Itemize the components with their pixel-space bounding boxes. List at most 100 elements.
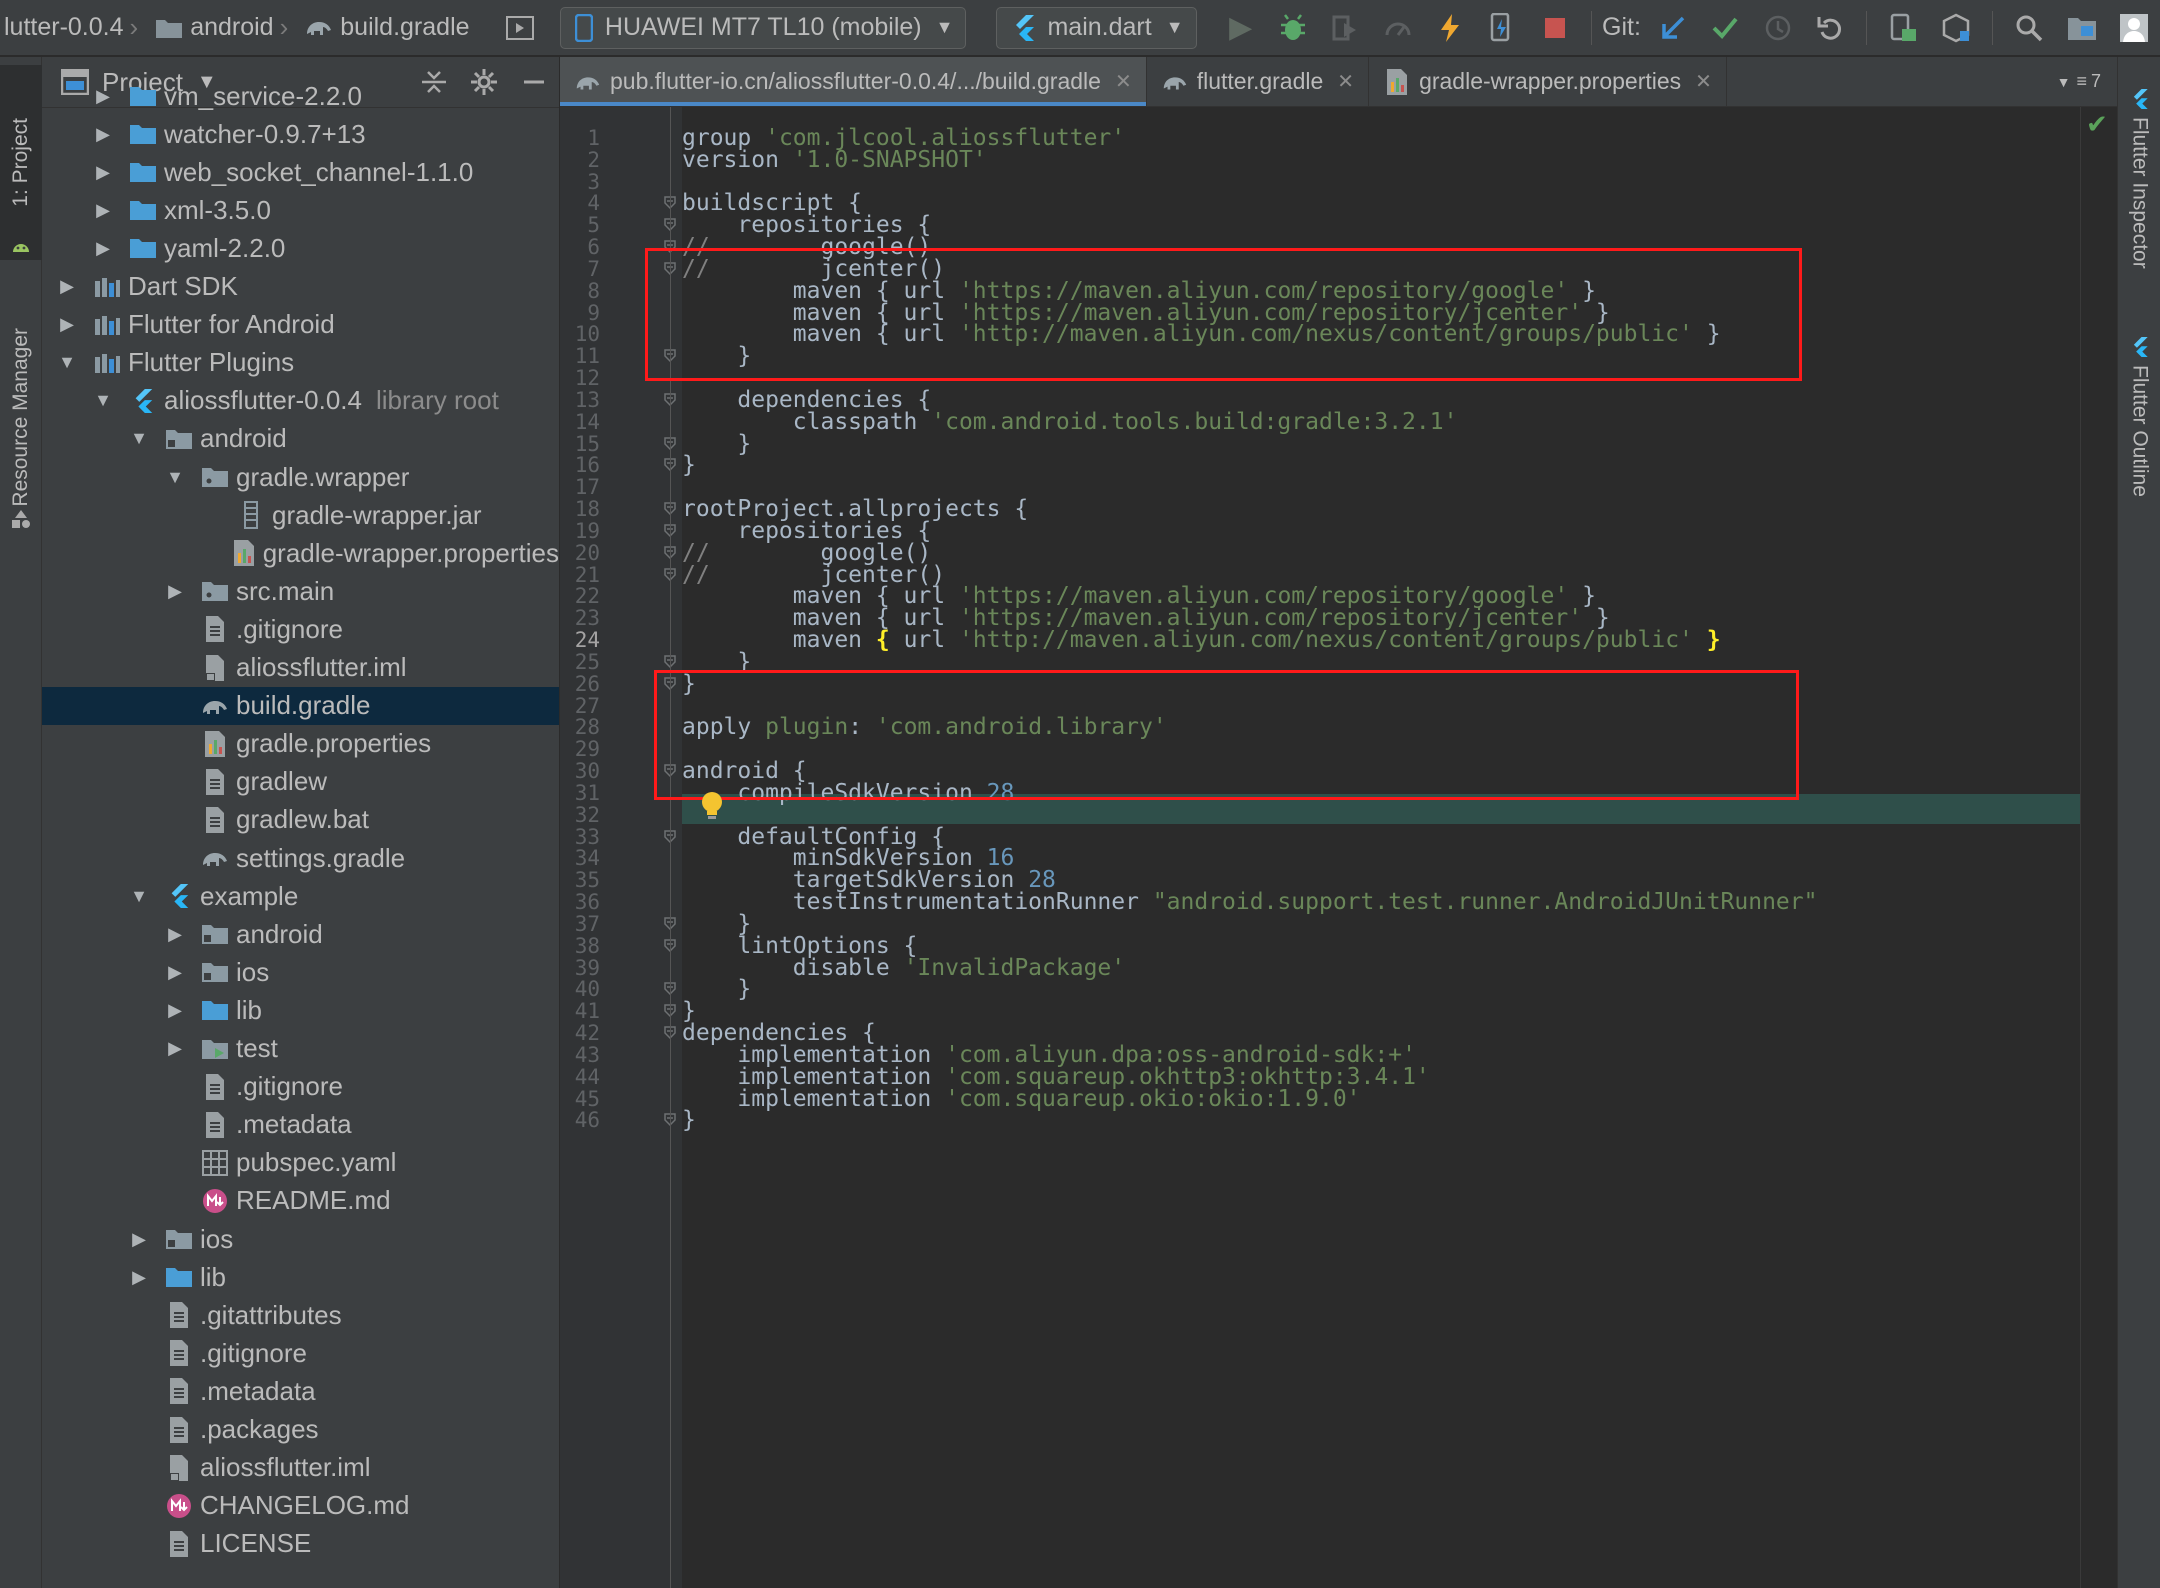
sdk-manager-icon[interactable]	[1934, 5, 1978, 51]
lightbulb-icon[interactable]	[700, 791, 724, 823]
expand-arrow-icon[interactable]: ▶	[92, 162, 114, 183]
tree-item[interactable]: ▼ android	[42, 420, 559, 458]
tree-item[interactable]: .packages	[42, 1411, 559, 1449]
editor-tab[interactable]: flutter.gradle ✕	[1147, 57, 1370, 106]
expand-arrow-icon[interactable]: ▶	[164, 581, 186, 602]
tree-item[interactable]: ▶ watcher-0.9.7+13	[42, 115, 559, 153]
tree-item[interactable]: gradle-wrapper.jar	[42, 496, 559, 534]
collapse-arrow-icon[interactable]: ▼	[56, 352, 78, 373]
git-update-icon[interactable]	[1651, 5, 1695, 51]
tree-item[interactable]: README.md	[42, 1182, 559, 1220]
apply-changes-icon[interactable]	[1480, 5, 1524, 51]
breadcrumb-project[interactable]: lutter-0.0.4 ›	[0, 0, 150, 55]
debug-icon[interactable]	[1271, 5, 1315, 51]
git-history-icon[interactable]	[1756, 5, 1800, 51]
collapse-arrow-icon[interactable]: ▼	[128, 428, 150, 449]
breadcrumb-android[interactable]: android ›	[150, 0, 300, 55]
expand-arrow-icon[interactable]: ▶	[92, 238, 114, 259]
tree-item[interactable]: ▼ example	[42, 877, 559, 915]
tree-item[interactable]: ▶ lib	[42, 1258, 559, 1296]
tree-item[interactable]: pubspec.yaml	[42, 1144, 559, 1182]
expand-arrow-icon[interactable]: ▶	[164, 924, 186, 945]
error-stripe[interactable]	[2080, 107, 2117, 1588]
tree-item[interactable]: ▶ lib	[42, 991, 559, 1029]
tool-tab-resource-manager[interactable]: Resource Manager	[0, 297, 42, 537]
git-rollback-icon[interactable]	[1808, 5, 1852, 51]
tree-item[interactable]: .metadata	[42, 1106, 559, 1144]
text-file-icon	[200, 805, 230, 835]
tree-item[interactable]: ▶ ios	[42, 953, 559, 991]
run-anything-icon[interactable]	[498, 5, 542, 51]
tree-item[interactable]: gradlew.bat	[42, 801, 559, 839]
tree-item-label: gradle-wrapper.jar	[272, 499, 482, 530]
tree-item[interactable]: gradle.properties	[42, 725, 559, 763]
tree-item[interactable]: ▶ ios	[42, 1220, 559, 1258]
stop-icon[interactable]	[1533, 5, 1577, 51]
tree-item[interactable]: aliossflutter.iml	[42, 649, 559, 687]
editor-tab[interactable]: pub.flutter-io.cn/aliossflutter-0.0.4/..…	[560, 57, 1147, 106]
tree-item[interactable]: ▼ aliossflutter-0.0.4 library root	[42, 382, 559, 420]
close-icon[interactable]: ✕	[1115, 69, 1132, 94]
expand-arrow-icon[interactable]: ▶	[92, 124, 114, 145]
expand-arrow-icon[interactable]: ▶	[128, 1229, 150, 1250]
tree-item[interactable]: LICENSE	[42, 1525, 559, 1563]
expand-arrow-icon[interactable]: ▶	[56, 276, 78, 297]
tree-item[interactable]: settings.gradle	[42, 839, 559, 877]
tool-tab-flutter-outline[interactable]: Flutter Outline	[2118, 329, 2160, 497]
tree-item[interactable]: ▶ android	[42, 915, 559, 953]
device-selector[interactable]: HUAWEI MT7 TL10 (mobile) ▼	[559, 6, 967, 49]
tree-item[interactable]: gradle-wrapper.properties	[42, 534, 559, 572]
user-account-icon[interactable]	[2112, 5, 2156, 51]
expand-arrow-icon[interactable]: ▶	[164, 962, 186, 983]
expand-arrow-icon[interactable]: ▶	[92, 200, 114, 221]
tree-item-label: test	[236, 1033, 278, 1063]
project-structure-icon[interactable]	[2059, 5, 2103, 51]
tree-item[interactable]: ▶ yaml-2.2.0	[42, 229, 559, 267]
git-commit-icon[interactable]	[1703, 5, 1747, 51]
tool-tab-flutter-inspector[interactable]: Flutter Inspector	[2118, 81, 2160, 269]
expand-arrow-icon[interactable]: ▶	[56, 314, 78, 335]
collapse-arrow-icon[interactable]: ▼	[164, 467, 186, 488]
expand-arrow-icon[interactable]: ▶	[164, 1038, 186, 1059]
tree-item[interactable]: ▶ xml-3.5.0	[42, 191, 559, 229]
run-with-coverage-icon[interactable]	[1323, 5, 1367, 51]
tree-item[interactable]: ▼ Flutter Plugins	[42, 344, 559, 382]
collapse-arrow-icon[interactable]: ▼	[128, 886, 150, 907]
editor-tab[interactable]: gradle-wrapper.properties ✕	[1369, 57, 1727, 106]
tool-tab-project[interactable]: 1: Project	[0, 65, 42, 260]
run-icon[interactable]: ▶	[1219, 5, 1263, 51]
inspection-ok-icon[interactable]: ✔	[2086, 109, 2108, 140]
hot-reload-icon[interactable]	[1428, 5, 1472, 51]
expand-arrow-icon[interactable]: ▶	[92, 86, 114, 107]
tree-item[interactable]: .gitignore	[42, 610, 559, 648]
tree-item[interactable]: ▶ src.main	[42, 572, 559, 610]
run-config-label: main.dart	[1047, 13, 1152, 41]
close-icon[interactable]: ✕	[1337, 69, 1354, 94]
tree-item[interactable]: .metadata	[42, 1372, 559, 1410]
tree-item[interactable]: build.gradle	[42, 686, 559, 725]
tree-item[interactable]: ▼ gradle.wrapper	[42, 458, 559, 496]
tree-item[interactable]: ▶ web_socket_channel-1.1.0	[42, 153, 559, 191]
tree-item[interactable]: gradlew	[42, 763, 559, 801]
tree-item[interactable]: ▶ Flutter for Android	[42, 306, 559, 344]
expand-arrow-icon[interactable]: ▶	[128, 1267, 150, 1288]
run-config-selector[interactable]: main.dart ▼	[996, 6, 1197, 49]
close-icon[interactable]: ✕	[1695, 69, 1712, 94]
tree-item[interactable]: .gitattributes	[42, 1296, 559, 1334]
tree-item[interactable]: .gitignore	[42, 1334, 559, 1372]
breadcrumb-file[interactable]: build.gradle	[300, 0, 473, 55]
folder-icon	[128, 195, 158, 225]
collapse-arrow-icon[interactable]: ▼	[92, 390, 114, 411]
tree-item[interactable]: aliossflutter.iml	[42, 1449, 559, 1487]
tree-item[interactable]: ▶ vm_service-2.2.0	[42, 77, 559, 115]
tree-item[interactable]: .gitignore	[42, 1068, 559, 1106]
yaml-file-icon	[200, 1148, 230, 1178]
search-icon[interactable]	[2007, 5, 2051, 51]
avd-manager-icon[interactable]	[1881, 5, 1925, 51]
tree-item[interactable]: ▶ test	[42, 1030, 559, 1068]
tree-item[interactable]: CHANGELOG.md	[42, 1487, 559, 1525]
expand-arrow-icon[interactable]: ▶	[164, 1000, 186, 1021]
profile-icon[interactable]	[1376, 5, 1420, 51]
tree-item[interactable]: ▶ Dart SDK	[42, 268, 559, 306]
tab-overflow-menu[interactable]: ▼ ≡ 7	[2057, 57, 2117, 106]
